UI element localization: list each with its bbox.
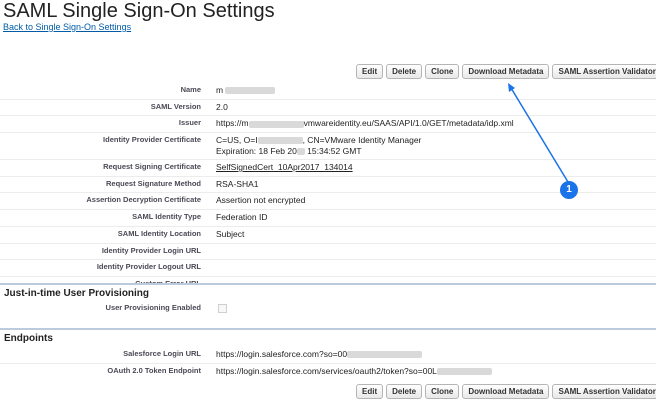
callout-badge: 1 [560,181,578,199]
callout-arrow-icon [508,83,569,183]
